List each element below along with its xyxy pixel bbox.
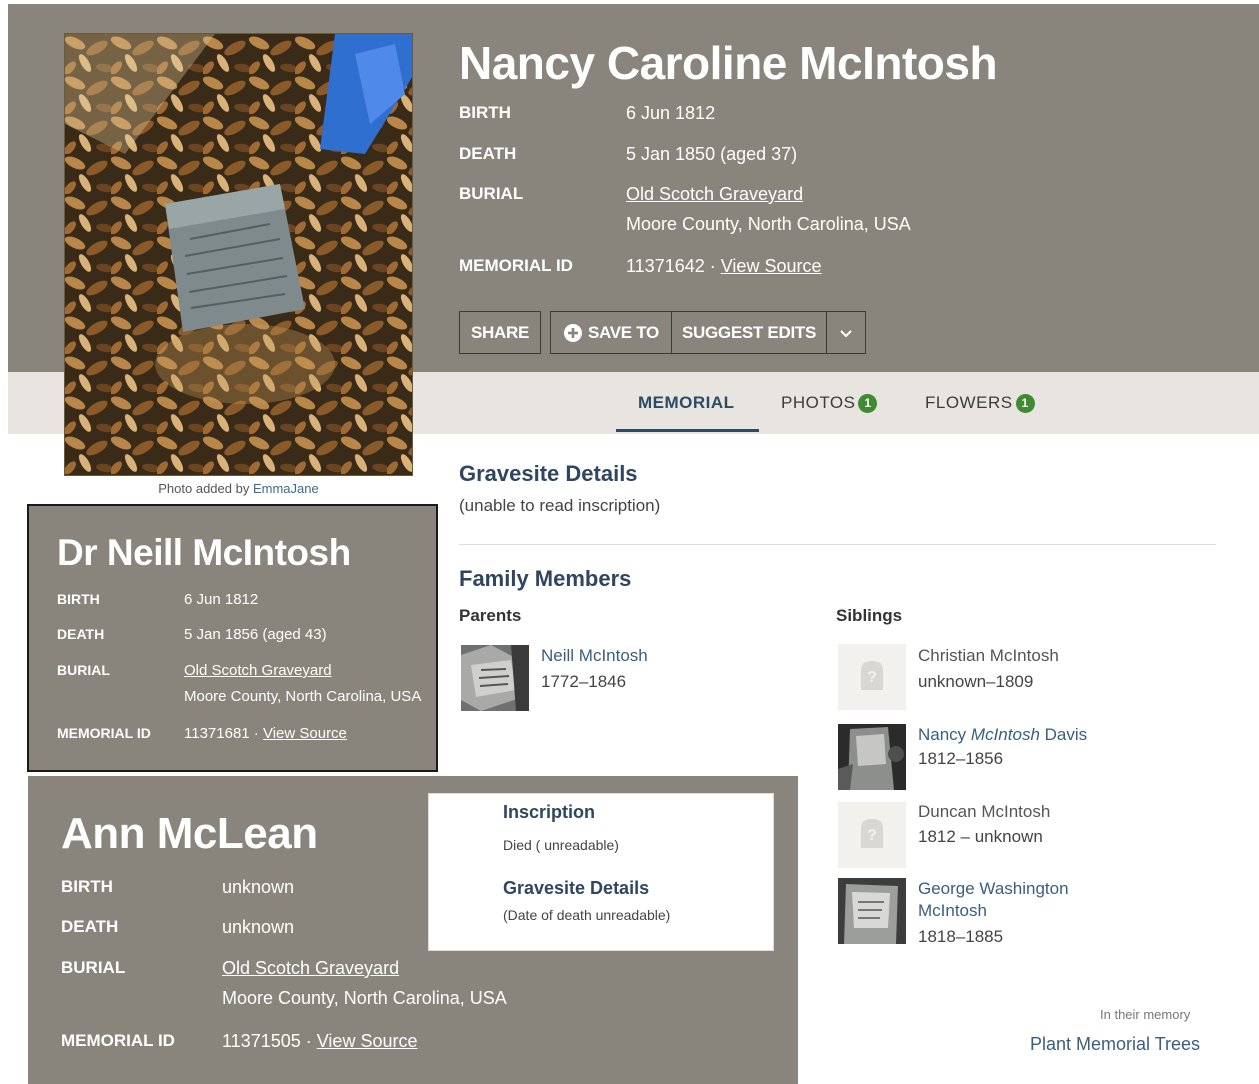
death-value: unknown [222, 917, 295, 937]
tab-photos-label: PHOTOS [781, 393, 856, 412]
parent-name-link[interactable]: Neill McIntosh [541, 646, 648, 666]
svg-text:?: ? [867, 669, 877, 686]
memorial-id-value: 11371681 [184, 725, 250, 742]
suggest-edits-label: SUGGEST EDITS [681, 322, 816, 342]
photo-credit-label: Photo added by [158, 481, 253, 496]
parents-heading: Parents [459, 606, 522, 625]
sibling-photo-placeholder[interactable]: ? [838, 644, 906, 710]
suggest-edits-button[interactable]: SUGGEST EDITS [671, 312, 826, 353]
sibling-name-line1[interactable]: George Washington [918, 879, 1069, 899]
plus-circle-icon [563, 323, 583, 343]
sibling-first-name: Nancy [918, 725, 971, 744]
memorial-name: Dr Neill McIntosh [57, 532, 351, 573]
more-actions-button[interactable] [826, 312, 864, 353]
separator: · [300, 1031, 317, 1051]
burial-cemetery-link[interactable]: Old Scotch Graveyard [626, 184, 803, 205]
memorial-id-label: MEMORIAL ID [57, 725, 151, 741]
burial-cemetery-link[interactable]: Old Scotch Graveyard [222, 958, 399, 979]
flowers-count-badge: 1 [1015, 393, 1035, 413]
birth-value: unknown [222, 877, 295, 897]
sibling-dates: unknown–1809 [918, 672, 1034, 691]
birth-value: 6 Jun 1812 [626, 103, 716, 123]
memorial-id-row: 11371681 · View Source [184, 725, 347, 742]
birth-label: BIRTH [57, 591, 100, 607]
headstone-photo[interactable] [64, 33, 413, 476]
memorial-name: Ann McLean [61, 809, 318, 858]
burial-label: BURIAL [61, 958, 126, 977]
sibling-dates: 1812 – unknown [918, 827, 1043, 846]
gravesite-details-heading: Gravesite Details [459, 461, 638, 486]
headstone-placeholder-icon: ? [859, 660, 885, 695]
family-members-heading: Family Members [459, 566, 632, 591]
separator: · [704, 256, 721, 276]
sibling-name-line2[interactable]: McIntosh [918, 901, 987, 921]
sibling-name[interactable]: Christian McIntosh [918, 646, 1059, 666]
active-tab-indicator [616, 429, 759, 432]
memorial-card-neill: Dr Neill McIntosh BIRTH 6 Jun 1812 DEATH… [27, 504, 438, 772]
save-to-label: SAVE TO [588, 322, 659, 342]
tab-memorial[interactable]: MEMORIAL [638, 390, 735, 416]
separator: · [249, 725, 263, 742]
memorial-id-label: MEMORIAL ID [61, 1031, 175, 1050]
death-value: 5 Jan 1850 (aged 37) [626, 144, 798, 164]
memorial-name: Nancy Caroline McIntosh [459, 37, 998, 89]
gravesite-details-text: (unable to read inscription) [459, 496, 661, 515]
sibling-dates: 1818–1885 [918, 927, 1004, 946]
sibling-last-name: Davis [1039, 725, 1088, 744]
share-button[interactable]: SHARE [459, 311, 541, 354]
burial-cemetery-link[interactable]: Old Scotch Graveyard [184, 662, 332, 679]
sibling-maiden-name: McIntosh [970, 725, 1040, 744]
burial-location: Moore County, North Carolina, USA [626, 214, 911, 234]
in-their-memory-label: In their memory [1100, 1007, 1191, 1022]
burial-location: Moore County, North Carolina, USA [184, 688, 422, 705]
divider [459, 544, 1216, 545]
action-group: SAVE TO SUGGEST EDITS [550, 311, 866, 354]
inscription-panel: Inscription Died ( unreadable) Gravesite… [428, 793, 774, 951]
siblings-heading: Siblings [836, 606, 903, 625]
death-value: 5 Jan 1856 (aged 43) [184, 626, 327, 643]
view-source-link[interactable]: View Source [263, 725, 347, 742]
photos-count-badge: 1 [858, 393, 878, 413]
memorial-id-value: 11371642 [626, 256, 705, 276]
photo-credit: Photo added by EmmaJane [64, 481, 413, 496]
tab-flowers[interactable]: FLOWERS 1 [925, 390, 1035, 416]
inscription-text: Died ( unreadable) [503, 837, 619, 853]
memorial-id-row: 11371642 · View Source [626, 256, 821, 277]
tab-photos[interactable]: PHOTOS 1 [781, 390, 878, 416]
headstone-placeholder-icon: ? [859, 818, 885, 853]
tab-flowers-label: FLOWERS [925, 393, 1013, 412]
burial-label: BURIAL [459, 184, 524, 203]
gravesite-details-heading: Gravesite Details [503, 878, 650, 898]
view-source-link[interactable]: View Source [317, 1031, 418, 1051]
view-source-link[interactable]: View Source [721, 256, 822, 276]
death-label: DEATH [61, 917, 119, 936]
chevron-down-icon [839, 323, 852, 343]
save-to-button[interactable]: SAVE TO [551, 312, 671, 353]
sibling-name-link[interactable]: Nancy McIntosh Davis [918, 725, 1087, 745]
parent-dates: 1772–1846 [541, 672, 627, 691]
svg-text:?: ? [867, 827, 877, 844]
inscription-heading: Inscription [503, 802, 596, 822]
birth-value: 6 Jun 1812 [184, 591, 259, 608]
gravesite-details-text: (Date of death unreadable) [503, 907, 671, 923]
memorial-id-row: 11371505 · View Source [222, 1031, 417, 1052]
sibling-photo[interactable] [838, 878, 906, 944]
plant-memorial-trees-link[interactable]: Plant Memorial Trees [1030, 1034, 1200, 1055]
death-label: DEATH [57, 626, 105, 642]
birth-label: BIRTH [459, 103, 511, 122]
sibling-photo-placeholder[interactable]: ? [838, 802, 906, 868]
parent-photo[interactable] [461, 645, 529, 711]
memorial-id-value: 11371505 [222, 1031, 301, 1051]
photo-contributor-link[interactable]: EmmaJane [253, 481, 319, 496]
death-label: DEATH [459, 144, 517, 163]
sibling-photo[interactable] [838, 724, 906, 790]
burial-label: BURIAL [57, 662, 110, 678]
memorial-id-label: MEMORIAL ID [459, 256, 573, 275]
sibling-name[interactable]: Duncan McIntosh [918, 802, 1050, 822]
burial-location: Moore County, North Carolina, USA [222, 988, 507, 1008]
sibling-dates: 1812–1856 [918, 749, 1004, 768]
birth-label: BIRTH [61, 877, 113, 896]
